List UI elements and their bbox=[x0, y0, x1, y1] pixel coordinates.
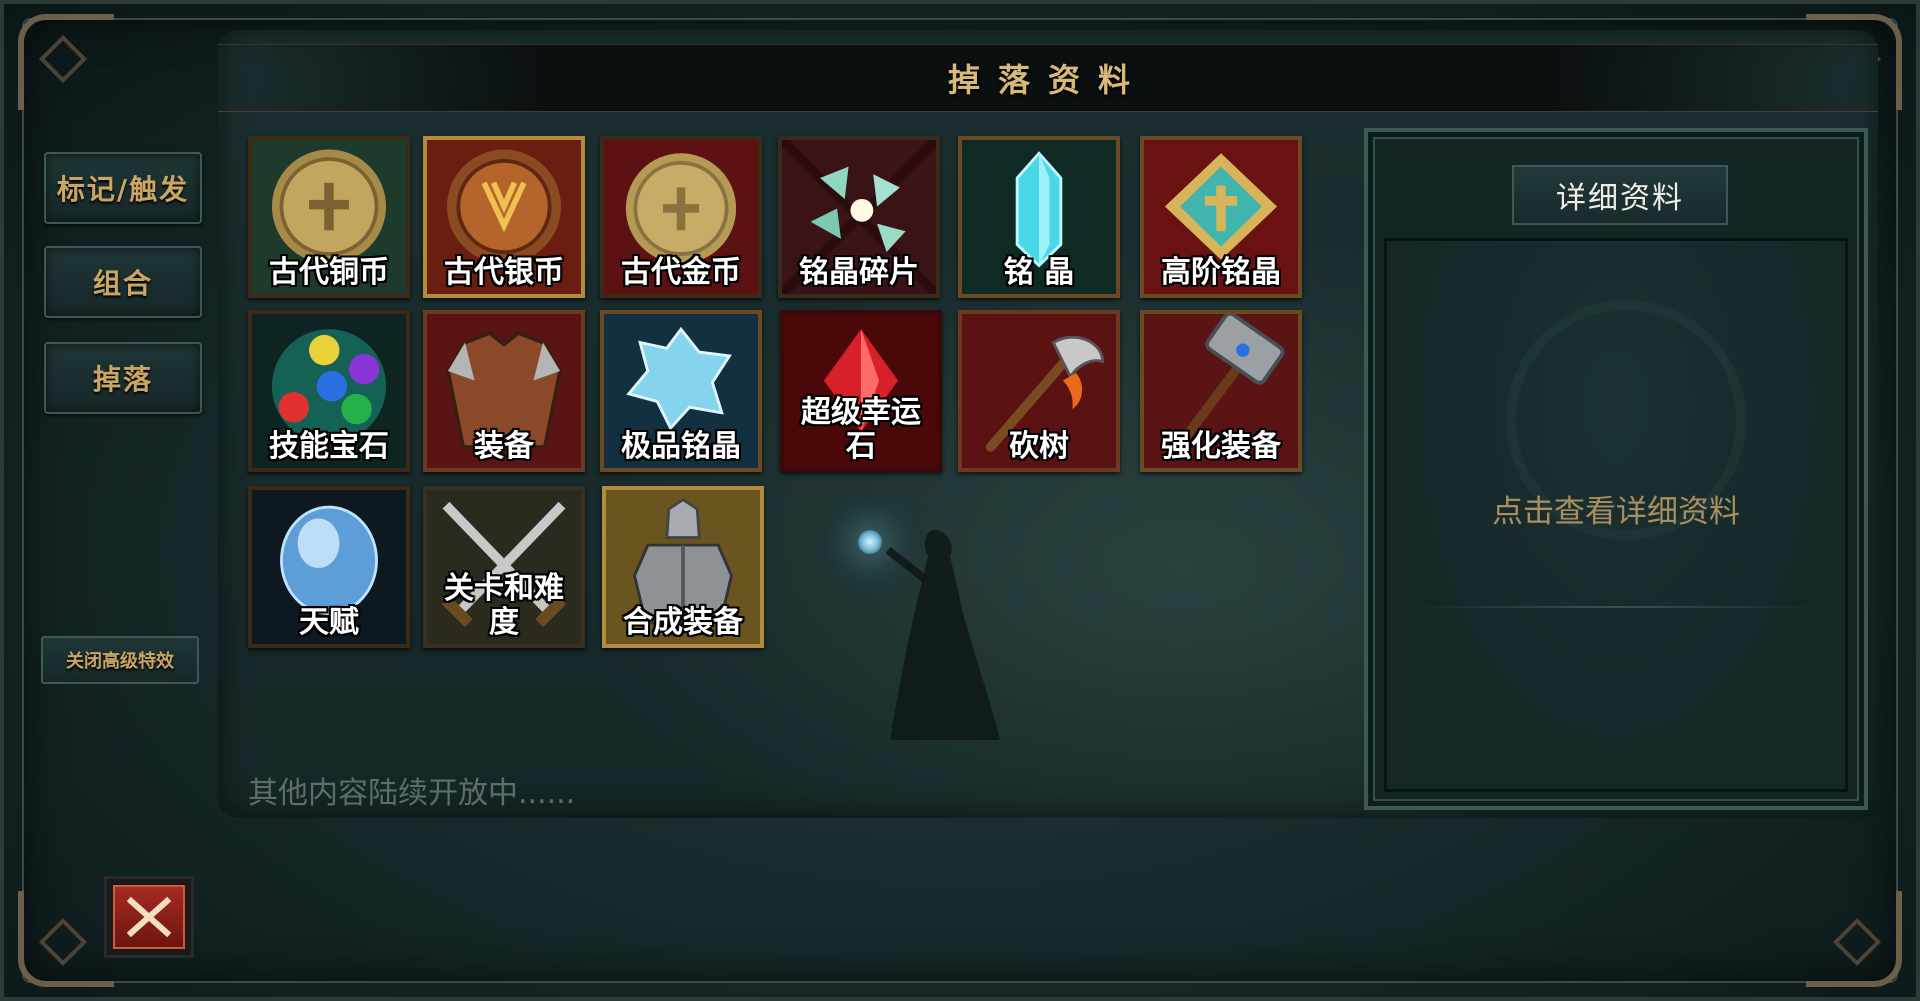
close-button[interactable] bbox=[104, 876, 194, 958]
detail-hint: 点击查看详细资料 bbox=[1492, 494, 1740, 530]
item-tile[interactable]: 天赋 bbox=[248, 486, 410, 648]
detail-tab[interactable]: 详细资料 bbox=[1512, 165, 1728, 225]
item-label: 天赋 bbox=[299, 605, 359, 640]
item-label: 超级幸运石 bbox=[801, 395, 921, 464]
item-label: 砍树 bbox=[1009, 429, 1069, 464]
tab-mark-trigger[interactable]: 标记/触发 bbox=[44, 152, 202, 224]
item-label: 铭 晶 bbox=[1003, 255, 1075, 290]
item-label: 铭晶碎片 bbox=[799, 255, 919, 290]
title-bar: 掉落资料 bbox=[218, 44, 1878, 112]
item-tile[interactable]: 高阶铭晶 bbox=[1140, 136, 1302, 298]
item-label: 技能宝石 bbox=[269, 429, 389, 464]
item-tile[interactable]: 技能宝石 bbox=[248, 310, 410, 472]
item-label: 合成装备 bbox=[623, 605, 743, 640]
toggle-effects-button[interactable]: 关闭高级特效 bbox=[41, 636, 199, 684]
item-tile[interactable]: 极品铭晶 bbox=[600, 310, 762, 472]
item-label: 古代银币 bbox=[444, 255, 564, 290]
coming-soon-text: 其他内容陆续开放中...... bbox=[248, 776, 576, 811]
corner-ornament bbox=[18, 14, 114, 110]
item-label: 关卡和难度 bbox=[444, 571, 564, 640]
divider bbox=[1414, 606, 1818, 608]
corner-ornament bbox=[1806, 891, 1902, 987]
background-figure bbox=[885, 530, 1000, 740]
item-tile[interactable]: 关卡和难度 bbox=[423, 486, 585, 648]
item-tile[interactable]: 砍树 bbox=[958, 310, 1120, 472]
item-tile[interactable]: 古代铜币 bbox=[248, 136, 410, 298]
item-label: 强化装备 bbox=[1161, 429, 1281, 464]
item-tile[interactable]: 强化装备 bbox=[1140, 310, 1302, 472]
close-icon bbox=[113, 885, 185, 949]
item-label: 极品铭晶 bbox=[621, 429, 741, 464]
tab-drop[interactable]: 掉落 bbox=[44, 342, 202, 414]
item-tile[interactable]: 合成装备 bbox=[602, 486, 764, 648]
corner-ornament bbox=[18, 891, 114, 987]
item-tile[interactable]: 古代金币 bbox=[600, 136, 762, 298]
item-tile[interactable]: 铭晶碎片 bbox=[778, 136, 940, 298]
background-orb bbox=[858, 530, 882, 554]
tab-combo[interactable]: 组合 bbox=[44, 246, 202, 318]
item-label: 古代铜币 bbox=[269, 255, 389, 290]
page-title: 掉落资料 bbox=[947, 61, 1148, 99]
item-tile[interactable]: 超级幸运石 bbox=[780, 310, 942, 472]
item-tile[interactable]: 装备 bbox=[423, 310, 585, 472]
item-label: 古代金币 bbox=[621, 255, 741, 290]
item-tile[interactable]: 古代银币 bbox=[423, 136, 585, 298]
item-tile[interactable]: 铭 晶 bbox=[958, 136, 1120, 298]
item-label: 高阶铭晶 bbox=[1161, 255, 1281, 290]
item-label: 装备 bbox=[474, 429, 534, 464]
